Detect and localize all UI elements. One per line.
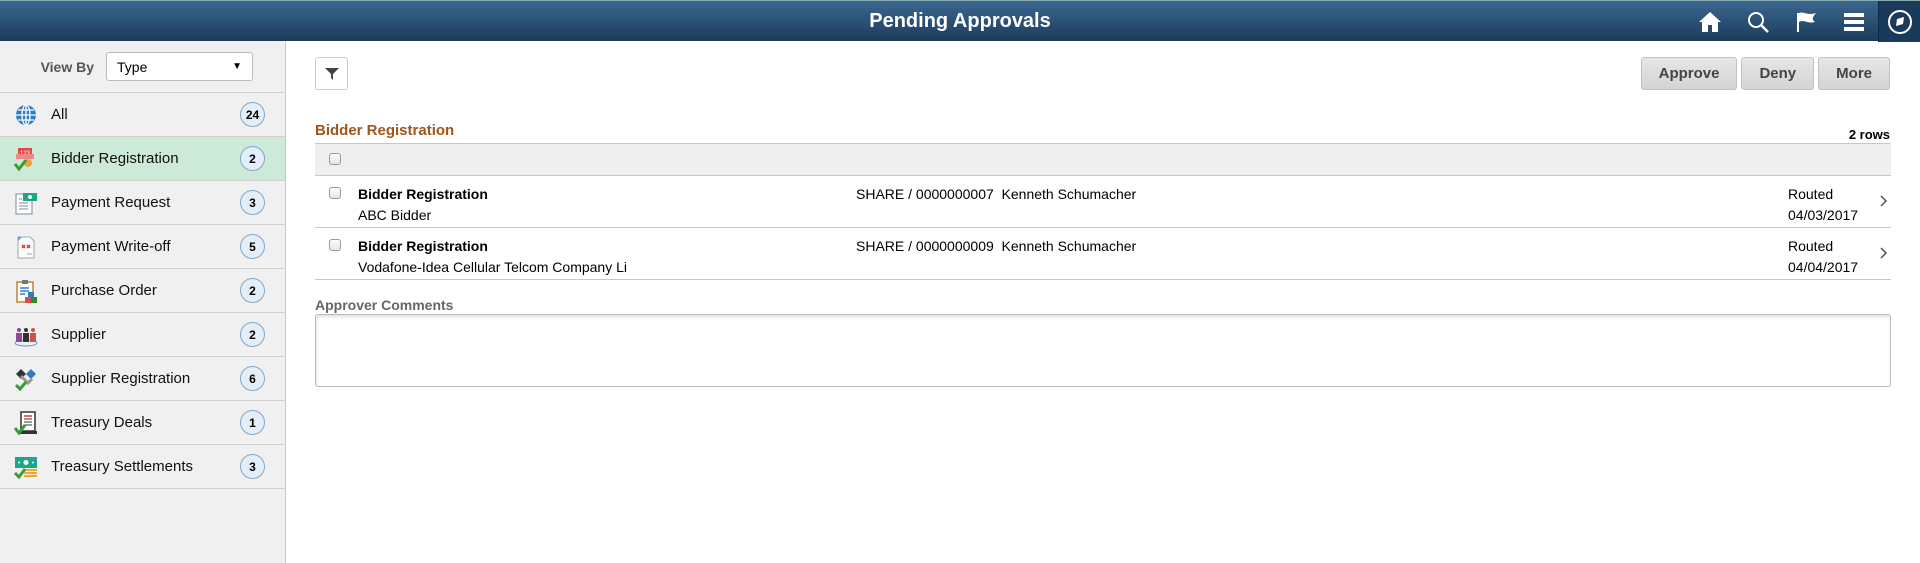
grid-header [315,143,1891,176]
sidebar-item-label: Payment Write-off [51,238,171,255]
home-icon [1699,11,1721,32]
treasury-settlements-icon [0,454,51,480]
row-status: Routed [1788,238,1834,254]
row-status: Routed [1788,186,1834,202]
navbar-compass-icon [1887,9,1912,34]
purchase-order-icon [0,278,51,304]
menu-icon [1844,12,1864,31]
row-title: Bidder Registration [358,238,488,254]
filter-icon [324,67,339,80]
sidebar-item-payment-writeoff[interactable]: Payment Write-off 5 [0,225,285,269]
approver-comments-label: Approver Comments [315,297,454,313]
flag-icon [1797,12,1816,32]
count-badge: 2 [240,322,265,347]
sidebar-item-supplier[interactable]: Supplier 2 [0,313,285,357]
actions-menu-button[interactable] [1830,1,1878,42]
table-row[interactable]: Bidder Registration ABC Bidder SHARE / 0… [315,176,1891,228]
sidebar-item-treasury-settlements[interactable]: Treasury Settlements 3 [0,445,285,489]
view-by-value: Type [117,58,148,75]
row-checkbox[interactable] [329,239,341,251]
navbar-button[interactable] [1878,1,1920,42]
row-subtitle: Vodafone-Idea Cellular Telcom Company Li [358,259,628,275]
sidebar-item-label: Payment Request [51,194,171,211]
row-checkbox[interactable] [329,187,341,199]
section-title: Bidder Registration [315,122,455,139]
supplier-registration-icon [0,366,51,392]
select-all-checkbox[interactable] [329,153,341,165]
sidebar-item-label: All [51,106,68,123]
page-title: Pending Approvals [869,10,1051,32]
approver-comments-field[interactable] [315,314,1891,387]
action-buttons: Approve Deny More [1640,57,1890,90]
notifications-button[interactable] [1782,1,1830,42]
view-by-select[interactable]: Type ▼ [106,52,253,81]
banner: Pending Approvals [0,0,1920,42]
filter-button[interactable] [315,57,348,90]
search-button[interactable] [1734,1,1782,42]
count-badge: 1 [240,410,265,435]
sidebar-item-treasury-deals[interactable]: Treasury Deals 1 [0,401,285,445]
row-reference: SHARE / 0000000009 Kenneth Schumacher [856,238,1137,254]
row-reference: SHARE / 0000000007 Kenneth Schumacher [856,186,1137,202]
sidebar-item-label: Supplier [51,326,107,343]
count-badge: 24 [240,102,265,127]
count-badge: 3 [240,454,265,479]
row-date: 04/04/2017 [1788,259,1859,275]
sidebar-item-label: Bidder Registration [51,150,179,167]
sidebar-item-supplier-registration[interactable]: Supplier Registration 6 [0,357,285,401]
table-row[interactable]: Bidder Registration Vodafone-Idea Cellul… [315,228,1891,280]
supplier-icon [0,322,51,348]
view-by-label: View By [40,58,94,75]
treasury-deals-icon [0,410,51,436]
sidebar-item-payment-request[interactable]: Payment Request 3 [0,181,285,225]
sidebar-item-label: Supplier Registration [51,370,191,387]
approvals-grid: Bidder Registration ABC Bidder SHARE / 0… [315,143,1891,280]
dropdown-arrow-icon: ▼ [232,61,242,72]
view-by: View By Type ▼ [0,41,285,93]
count-badge: 3 [240,190,265,215]
sidebar-item-all[interactable]: All 24 [0,93,285,137]
search-icon [1748,11,1769,33]
payment-request-icon [0,190,51,216]
count-badge: 2 [240,146,265,171]
approve-button[interactable]: Approve [1640,57,1738,90]
home-button[interactable] [1686,1,1734,42]
payment-writeoff-icon [0,234,51,260]
chevron-right-icon [1879,194,1889,211]
banner-actions [1686,1,1920,42]
globe-icon [0,103,51,127]
chevron-right-icon [1879,246,1889,263]
row-subtitle: ABC Bidder [358,207,432,223]
sidebar: View By Type ▼ All 24 123 Bidder Registr… [0,41,286,563]
sidebar-item-purchase-order[interactable]: Purchase Order 2 [0,269,285,313]
row-date: 04/03/2017 [1788,207,1859,223]
count-badge: 6 [240,366,265,391]
bidder-registration-icon: 123 [0,146,51,172]
row-title: Bidder Registration [358,186,488,202]
count-badge: 5 [240,234,265,259]
count-badge: 2 [240,278,265,303]
sidebar-item-label: Treasury Settlements [51,458,193,475]
sidebar-item-label: Treasury Deals [51,414,153,431]
sidebar-item-bidder-registration[interactable]: 123 Bidder Registration 2 [0,137,285,181]
sidebar-item-label: Purchase Order [51,282,157,299]
more-button[interactable]: More [1818,57,1890,90]
main-content: Approve Deny More Bidder Registration 2 … [287,41,1920,563]
row-count: 2 rows [1848,127,1890,142]
deny-button[interactable]: Deny [1741,57,1815,90]
